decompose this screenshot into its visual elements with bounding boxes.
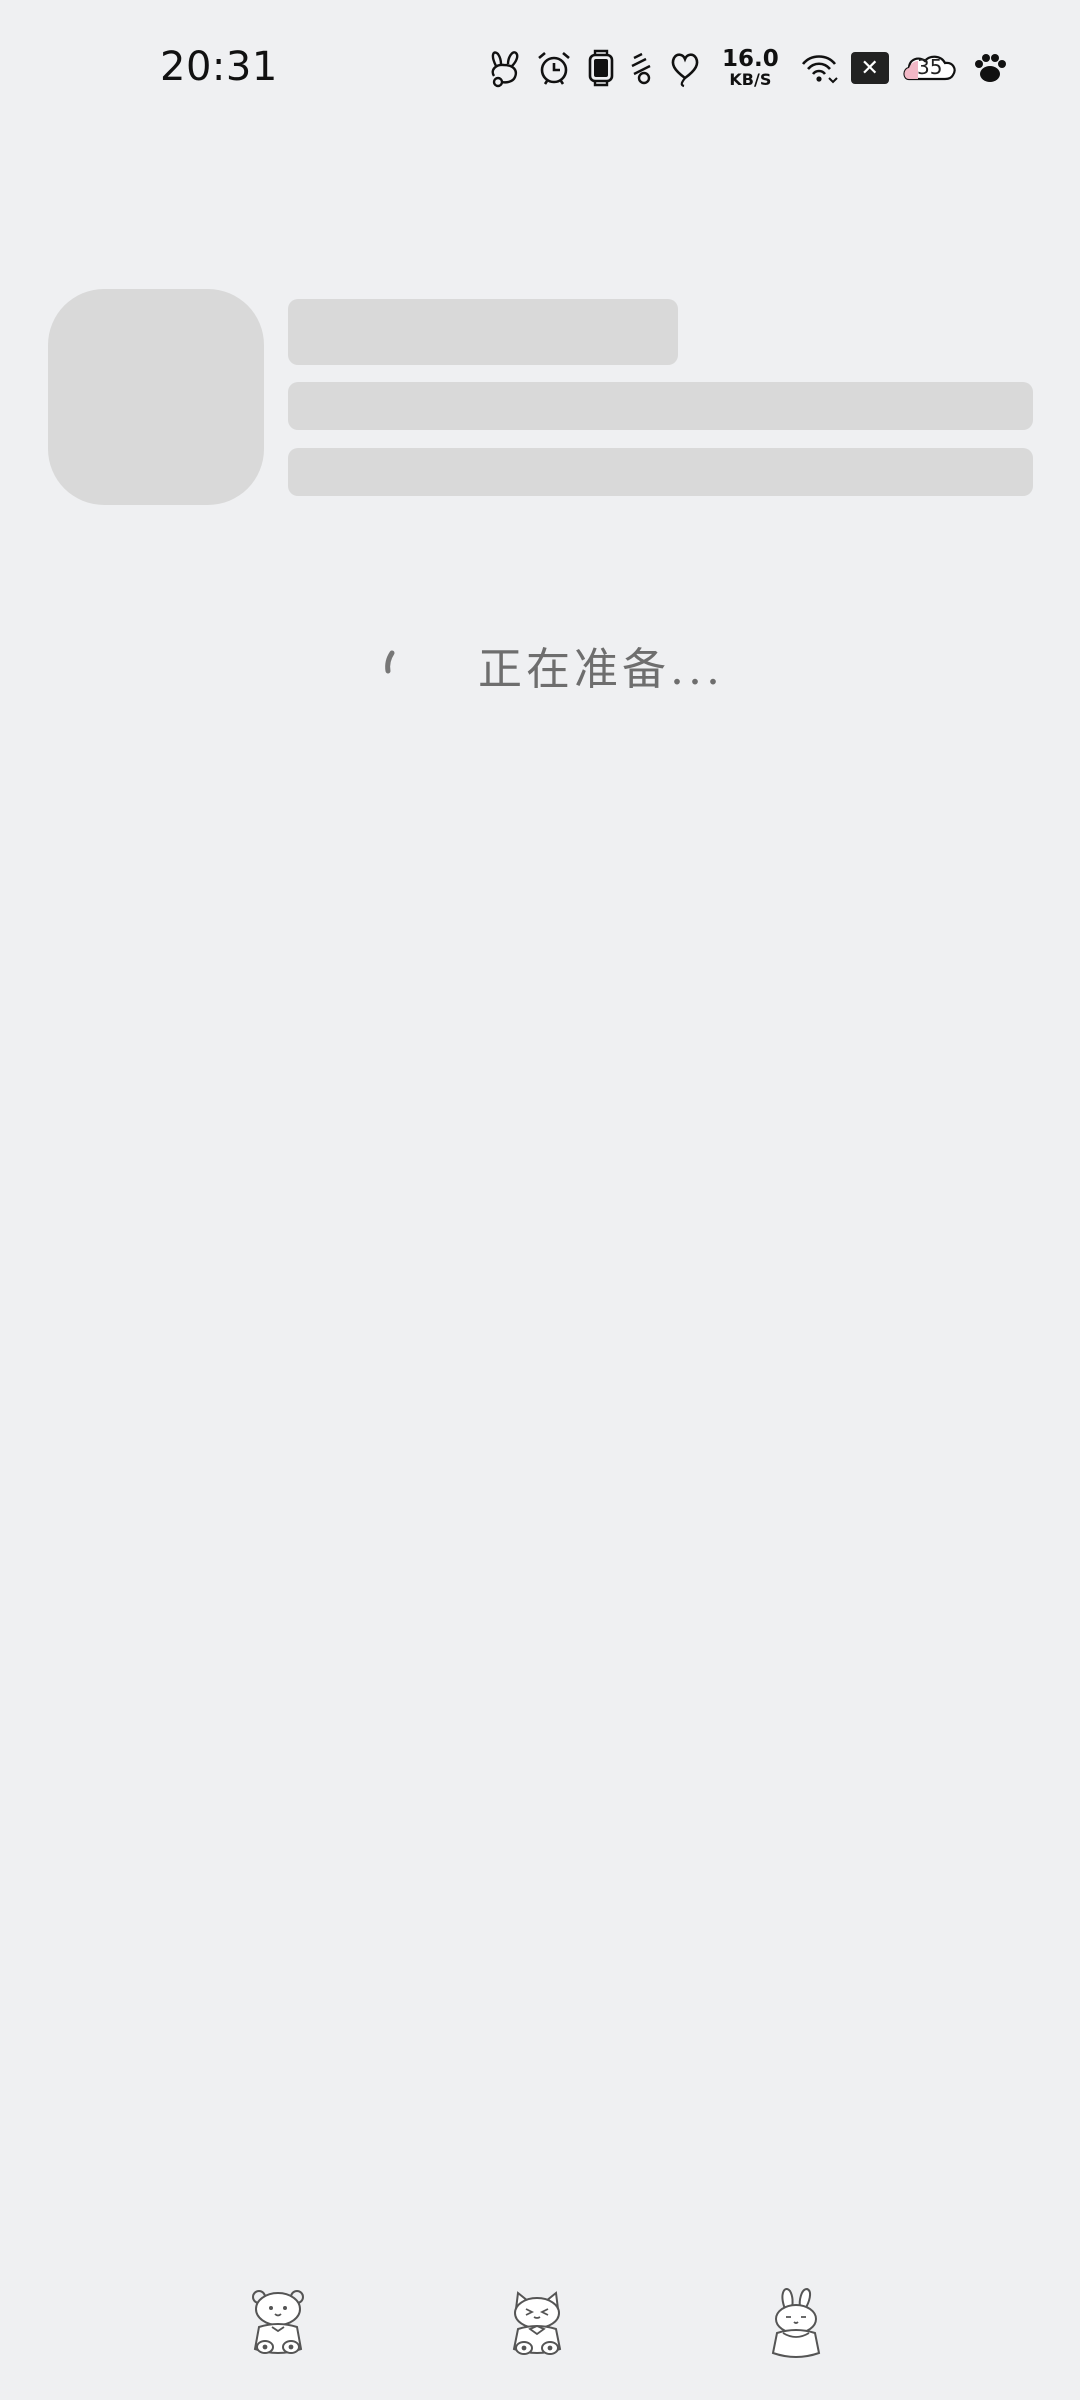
status-icons: 16.0 KB/S ✕ 35 — [486, 46, 1009, 90]
net-speed-value: 16.0 — [722, 46, 779, 72]
vibrate-icon — [628, 48, 656, 88]
close-badge-icon: ✕ — [850, 52, 889, 84]
skeleton-title-line — [288, 299, 678, 365]
bear-icon — [245, 2287, 311, 2363]
nav-home-button[interactable] — [497, 2280, 577, 2370]
wifi-icon — [799, 48, 839, 88]
rabbit-icon — [763, 2285, 829, 2365]
nav-back-button[interactable] — [238, 2280, 318, 2370]
skeleton-subtitle-line — [288, 382, 1033, 430]
nav-recent-button[interactable] — [756, 2280, 836, 2370]
loading-indicator: 正在准备... — [380, 630, 724, 700]
skeleton-app-icon — [48, 289, 264, 505]
spinner-icon — [385, 650, 395, 674]
skeleton-description-line — [288, 448, 1033, 496]
net-speed-unit: KB/S — [729, 70, 772, 89]
alarm-icon — [534, 48, 574, 88]
battery-level: 35 — [917, 55, 943, 79]
status-time: 20:31 — [160, 44, 278, 90]
net-speed: 16.0 KB/S — [722, 48, 779, 88]
cat-icon — [504, 2287, 570, 2363]
status-bar: 20:31 16.0 KB/S ✕ 35 — [0, 0, 1080, 140]
bunny-icon — [486, 48, 522, 88]
paw-icon — [971, 49, 1009, 87]
heart-icon — [668, 48, 702, 88]
loading-text: 正在准备... — [478, 644, 724, 695]
watch-icon — [586, 48, 616, 88]
battery-icon: 35 — [901, 51, 959, 85]
navigation-bar — [0, 2280, 1080, 2380]
